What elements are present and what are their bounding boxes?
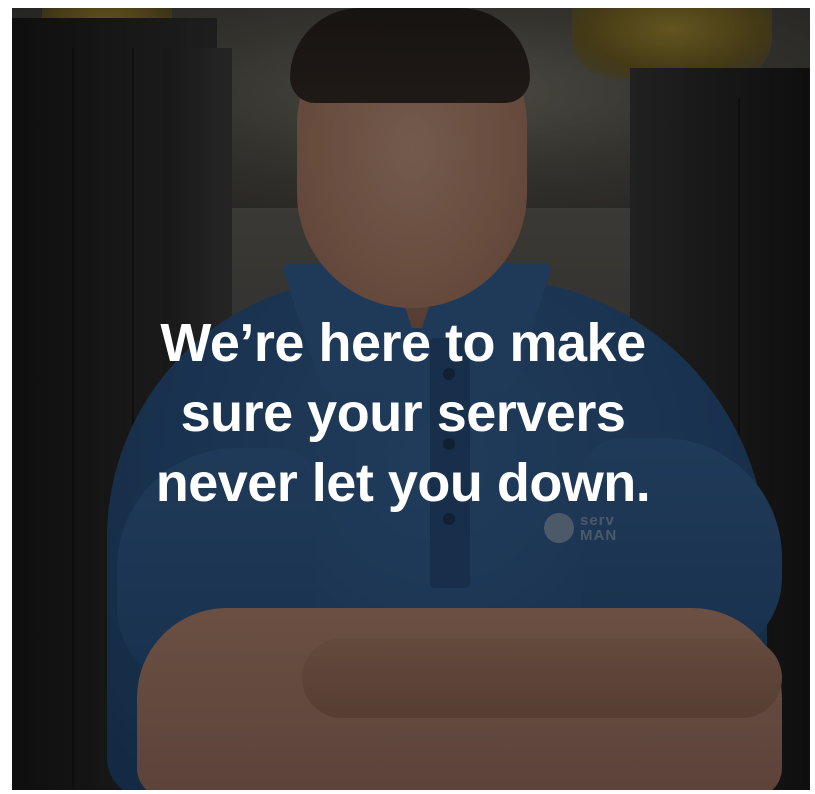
headline: We’re here to make sure your servers nev… [12, 308, 794, 518]
headline-line-1: We’re here to make [160, 313, 646, 373]
headline-line-3: never let you down. [155, 453, 651, 513]
headline-line-2: sure your servers [180, 383, 626, 443]
hero-image-frame: serv MAN We’re here to make sure your se… [12, 8, 810, 790]
